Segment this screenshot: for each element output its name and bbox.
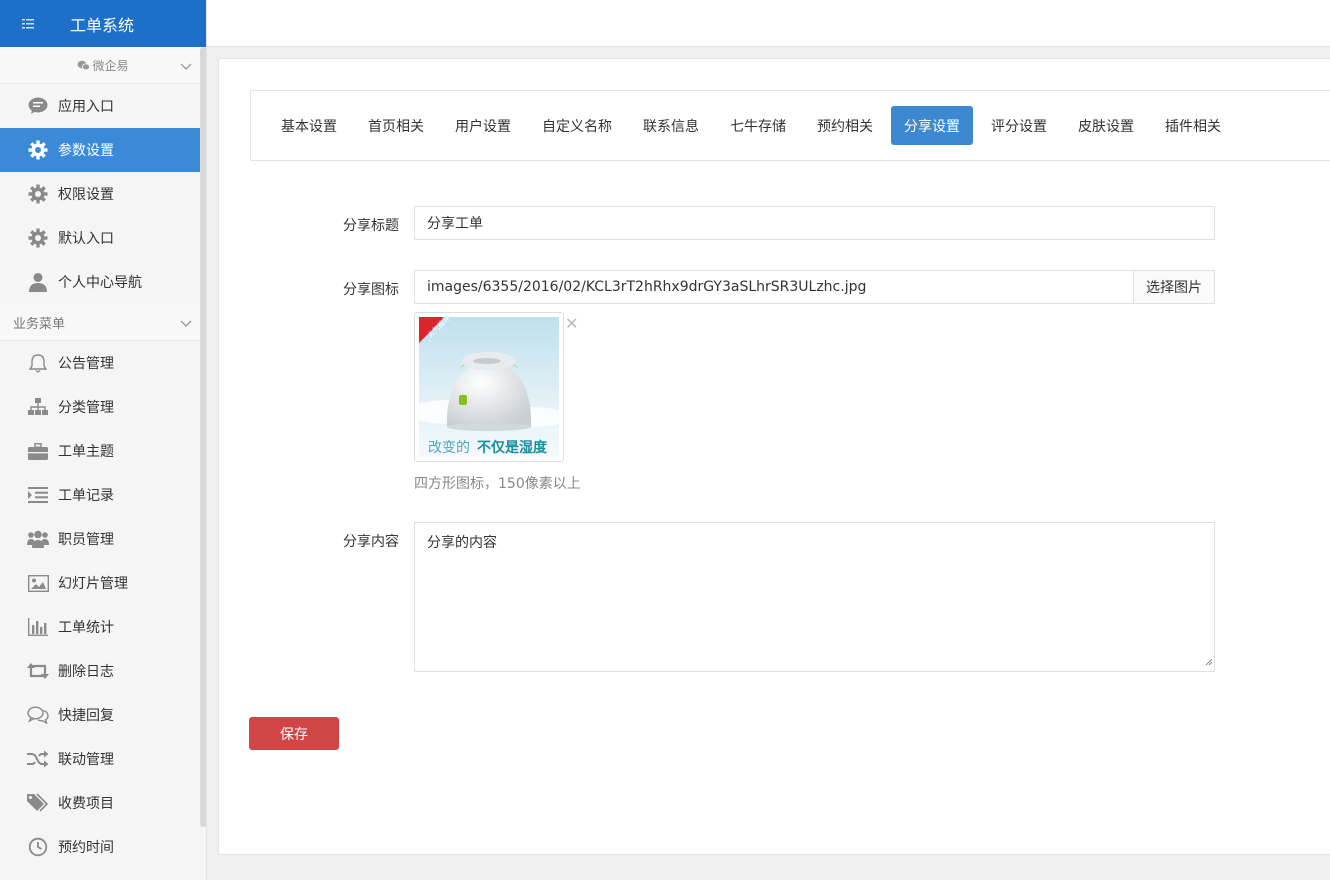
- gear-icon: [27, 183, 49, 205]
- share-content-textarea[interactable]: 分享的内容: [414, 522, 1215, 672]
- chat-icon: [27, 95, 49, 117]
- humidifier-product-image: 人气推荐 改变的 不仅是湿度: [409, 313, 569, 457]
- tab-custom-names[interactable]: 自定义名称: [529, 106, 625, 145]
- share-icon-label: 分享图标: [343, 282, 399, 298]
- sidebar-item-label: 默认入口: [58, 231, 114, 247]
- sidebar-item-announcements[interactable]: 公告管理: [0, 341, 206, 385]
- sidebar-item-label: 删除日志: [58, 664, 114, 680]
- tab-share[interactable]: 分享设置: [891, 106, 973, 145]
- sidebar-item-label: 工单主题: [58, 444, 114, 460]
- app-title: 工单系统: [70, 15, 135, 35]
- sidebar-item-label: 公告管理: [58, 356, 114, 372]
- image-icon: [27, 572, 49, 594]
- sidebar-group-weiqiyi[interactable]: 微企易: [0, 47, 206, 84]
- sidebar-item-charges[interactable]: 收费项目: [0, 781, 206, 825]
- share-icon-path-input[interactable]: images/6355/2016/02/KCL3rT2hRhx9drGY3aSL…: [415, 271, 1133, 303]
- tab-qiniu-storage[interactable]: 七牛存储: [717, 106, 799, 145]
- sidebar-item-delete-log[interactable]: 删除日志: [0, 649, 206, 693]
- share-content-text: 分享的内容: [427, 535, 497, 551]
- thumbnail-caption-a: 改变的: [428, 440, 470, 456]
- sidebar-item-permissions[interactable]: 权限设置: [0, 172, 206, 216]
- share-content-label: 分享内容: [343, 534, 399, 550]
- sidebar-item-label: 收费项目: [58, 796, 114, 812]
- sidebar-item-categories[interactable]: 分类管理: [0, 385, 206, 429]
- sidebar-item-label: 权限设置: [58, 187, 114, 203]
- sidebar-item-label: 个人中心导航: [58, 275, 142, 291]
- sidebar-item-label: 工单统计: [58, 620, 114, 636]
- tab-plugins[interactable]: 插件相关: [1152, 106, 1234, 145]
- top-bar: [207, 0, 1330, 47]
- tab-skin[interactable]: 皮肤设置: [1065, 106, 1147, 145]
- sidebar-item-label: 分类管理: [58, 400, 114, 416]
- bar-chart-icon: [27, 616, 49, 638]
- list-icon: [27, 484, 49, 506]
- chevron-down-icon: [180, 60, 192, 74]
- sidebar-item-staff[interactable]: 职员管理: [0, 517, 206, 561]
- sidebar-item-quick-reply[interactable]: 快捷回复: [0, 693, 206, 737]
- save-button[interactable]: 保存: [249, 717, 339, 750]
- sidebar-item-default-entry[interactable]: 默认入口: [0, 216, 206, 260]
- sidebar-item-records[interactable]: 工单记录: [0, 473, 206, 517]
- menu-toggle-icon[interactable]: [0, 18, 58, 30]
- sidebar-group-label: 微企易: [92, 58, 129, 73]
- share-title-input[interactable]: 分享工单: [414, 206, 1215, 240]
- tags-icon: [27, 792, 49, 814]
- sidebar-item-linkage[interactable]: 联动管理: [0, 737, 206, 781]
- main-panel: 基本设置 首页相关 用户设置 自定义名称 联系信息 七牛存储 预约相关 分享设置…: [218, 58, 1330, 855]
- sidebar-item-label: 幻灯片管理: [58, 576, 128, 592]
- sidebar-item-label: 工单记录: [58, 488, 114, 504]
- tab-home[interactable]: 首页相关: [355, 106, 437, 145]
- sidebar-item-label: 联动管理: [58, 752, 114, 768]
- sidebar-item-label: 职员管理: [58, 532, 114, 548]
- sidebar-group-business[interactable]: 业务菜单: [0, 304, 206, 341]
- share-icon-hint: 四方形图标，150像素以上: [414, 476, 581, 492]
- sidebar-item-app-entry[interactable]: 应用入口: [0, 84, 206, 128]
- comments-icon: [27, 704, 49, 726]
- sidebar-item-slides[interactable]: 幻灯片管理: [0, 561, 206, 605]
- sidebar: 工单系统 微企易 应用入口 参数设置 权限设置 默认入口 个人中心导航 业务菜单…: [0, 0, 207, 880]
- tab-basic[interactable]: 基本设置: [268, 106, 350, 145]
- tab-user[interactable]: 用户设置: [442, 106, 524, 145]
- thumbnail-caption-b: 不仅是湿度: [477, 439, 548, 456]
- tab-booking[interactable]: 预约相关: [804, 106, 886, 145]
- sidebar-item-params[interactable]: 参数设置: [0, 128, 206, 172]
- resize-handle-icon[interactable]: [1204, 654, 1213, 670]
- share-icon-thumbnail: 人气推荐 改变的 不仅是湿度: [409, 312, 569, 462]
- share-icon-input-group: images/6355/2016/02/KCL3rT2hRhx9drGY3aSL…: [414, 270, 1215, 304]
- settings-tabs: 基本设置 首页相关 用户设置 自定义名称 联系信息 七牛存储 预约相关 分享设置…: [250, 90, 1330, 161]
- sidebar-group-label: 业务菜单: [13, 316, 66, 332]
- sidebar-item-label: 预约时间: [58, 840, 114, 856]
- sidebar-item-topics[interactable]: 工单主题: [0, 429, 206, 473]
- sidebar-item-booking-time[interactable]: 预约时间: [0, 825, 206, 869]
- select-image-button[interactable]: 选择图片: [1133, 271, 1214, 303]
- brand-bar: 工单系统: [0, 0, 206, 47]
- users-icon: [27, 528, 49, 550]
- sidebar-item-statistics[interactable]: 工单统计: [0, 605, 206, 649]
- briefcase-icon: [27, 440, 49, 462]
- sitemap-icon: [27, 396, 49, 418]
- clock-icon: [27, 836, 49, 858]
- remove-image-close-icon[interactable]: ✕: [565, 314, 578, 333]
- sidebar-item-label: 参数设置: [58, 143, 114, 159]
- retweet-icon: [27, 660, 49, 682]
- gear-icon: [27, 139, 49, 161]
- tab-rating[interactable]: 评分设置: [978, 106, 1060, 145]
- user-icon: [27, 271, 49, 293]
- sidebar-item-label: 应用入口: [58, 99, 114, 115]
- sidebar-item-label: 快捷回复: [58, 708, 114, 724]
- wechat-icon: [77, 60, 91, 71]
- gear-icon: [27, 227, 49, 249]
- chevron-down-icon: [180, 317, 192, 332]
- bell-icon: [27, 352, 49, 374]
- sidebar-scrollbar[interactable]: [200, 47, 206, 827]
- tab-contact[interactable]: 联系信息: [630, 106, 712, 145]
- sidebar-item-user-center-nav[interactable]: 个人中心导航: [0, 260, 206, 304]
- shuffle-icon: [27, 748, 49, 770]
- share-title-label: 分享标题: [343, 218, 399, 234]
